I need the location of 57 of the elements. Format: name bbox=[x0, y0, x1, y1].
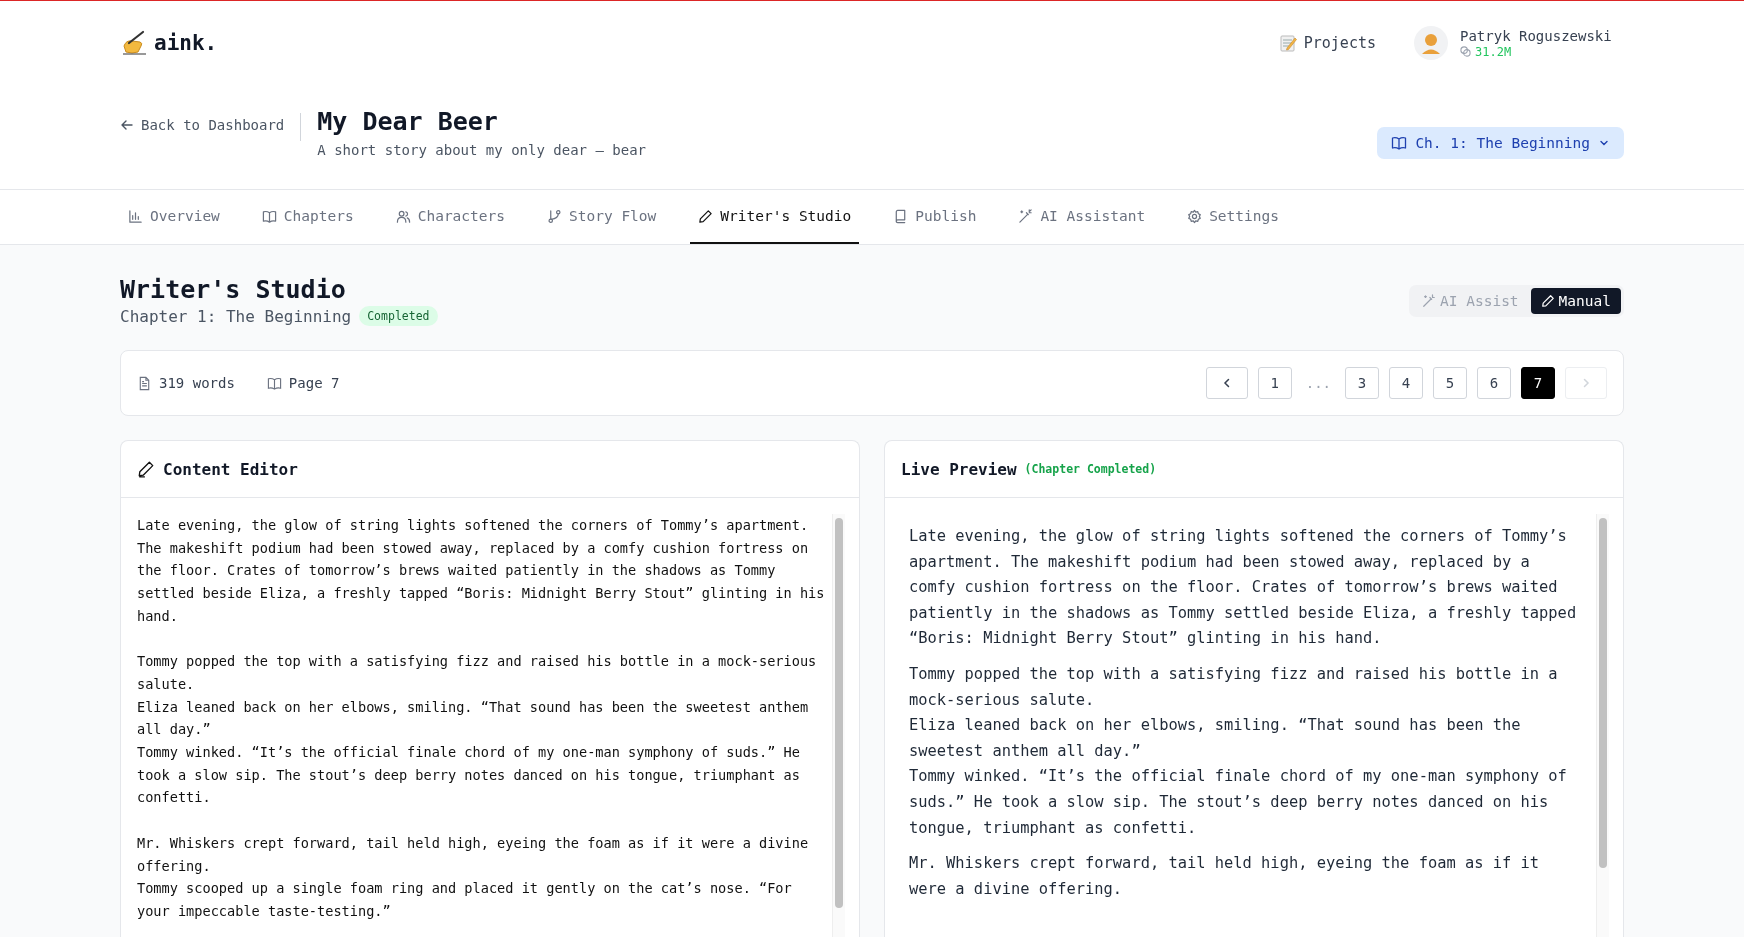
pen-icon bbox=[137, 460, 155, 478]
project-subtitle: A short story about my only dear – bear bbox=[317, 141, 647, 158]
document-icon bbox=[137, 375, 152, 391]
pen-icon bbox=[698, 208, 714, 224]
page-button[interactable]: 6 bbox=[1477, 367, 1511, 399]
book-icon bbox=[266, 375, 282, 391]
nav-tab[interactable]: Overview bbox=[120, 190, 228, 244]
mode-option[interactable]: Manual bbox=[1530, 287, 1621, 314]
section-title: Writer's Studio bbox=[120, 275, 347, 304]
settings-icon bbox=[1187, 208, 1203, 224]
chapter-dropdown[interactable]: Ch. 1: The Beginning bbox=[1377, 127, 1624, 159]
nav-tab[interactable]: Story Flow bbox=[539, 190, 665, 244]
page-number: Page 7 bbox=[288, 375, 340, 391]
coins-icon bbox=[1460, 46, 1471, 57]
bar-chart-icon bbox=[128, 208, 143, 224]
back-link[interactable]: Back to Dashboard bbox=[120, 106, 285, 133]
pen-icon bbox=[1540, 293, 1555, 308]
status-badge: Completed bbox=[359, 306, 438, 326]
page-button[interactable]: 5 bbox=[1433, 367, 1467, 399]
preview-paragraph: Eliza leaned back on her elbows, smiling. “That sound has been the sweetest anthem all day.” bbox=[909, 715, 1522, 762]
nav-tab[interactable]: Publish bbox=[885, 190, 985, 244]
project-title: My Dear Beer bbox=[317, 106, 499, 136]
pagination-ellipsis: ... bbox=[1304, 375, 1332, 391]
magic-wand-icon bbox=[1422, 293, 1437, 308]
page-button[interactable]: 4 bbox=[1389, 367, 1423, 399]
nav-tab[interactable]: Settings bbox=[1179, 190, 1287, 244]
completion-note: (Chapter Completed) bbox=[1024, 462, 1157, 476]
panel-title: Live Preview bbox=[901, 459, 1017, 479]
projects-link[interactable]: Projects bbox=[1278, 34, 1376, 52]
users-icon bbox=[395, 208, 411, 224]
page-button[interactable]: 1 bbox=[1257, 367, 1292, 399]
preview-paragraph: Tommy winked. “It’s the official finale chord of my one-man symphony of suds.” He took a slow sip. The stout’s deep berry notes danced on his tongue, triumphant as confetti. bbox=[909, 766, 1568, 839]
user-name: Patryk Roguszewski bbox=[1460, 27, 1612, 44]
avatar-icon[interactable] bbox=[1414, 26, 1448, 60]
page-button[interactable]: 3 bbox=[1345, 367, 1379, 399]
branch-icon bbox=[547, 208, 562, 224]
memo-icon bbox=[1278, 34, 1297, 52]
scrollbar[interactable] bbox=[832, 514, 845, 937]
nav-tab[interactable]: Characters bbox=[387, 190, 513, 244]
credits-count: 31.2M bbox=[1475, 44, 1512, 59]
chapter-name: Chapter 1: The Beginning bbox=[120, 306, 352, 326]
scrollbar[interactable] bbox=[1596, 514, 1609, 937]
logo-text[interactable]: aink. bbox=[154, 31, 218, 55]
preview-paragraph: Late evening, the glow of string lights softened the corners of Tommy’s apartment. The makeshift podium had been stowed away, replaced by a comfy cushion fortress on the floor. Crates of tomorrow’s brews waited patiently in the shadows as Tommy settled beside Eliza, a freshly tapped “Boris: Midnight Berry Stout” glinting in his hand. bbox=[909, 526, 1578, 650]
word-count: 319 words bbox=[159, 375, 235, 391]
preview-paragraph: Tommy popped the top with a satisfying fizz and raised his bottle in a mock-serious salute. bbox=[909, 663, 1559, 711]
book-icon bbox=[1391, 135, 1408, 151]
preview-paragraph: Mr. Whiskers crept forward, tail held high, eyeing the foam as if it were a divine offering. bbox=[909, 853, 1541, 900]
previous-page-button[interactable] bbox=[1205, 367, 1248, 399]
panel-title: Content Editor bbox=[163, 459, 298, 479]
writing-hand-icon bbox=[120, 30, 148, 56]
magic-wand-icon bbox=[1018, 208, 1034, 224]
book-icon bbox=[261, 208, 277, 224]
nav-tab[interactable]: Chapters bbox=[253, 190, 362, 244]
content-textarea[interactable]: Late evening, the glow of string lights softened the corners of Tommy’s apartment. The makeshift podium had been stowed away, replaced by a comfy cushion fortress on the floor. Crates of tomorrow’s brews waited patiently in the shadows as Tommy settled beside Eliza, a freshly tapped “Boris: Midnight Berry Stout” glinting in his hand. Tommy popped the top with a satisfying fizz and raised his bottle in a mock-serious salute. Eliza leaned back on her elbows, smiling. “That sound has been the sweetest anthem all day.” Tommy winked. “It’s the official finale chord of my one-man symphony of suds.” He took a slow sip. The stout’s deep berry notes danced on his tongue, triumphant as confetti. Mr. Whiskers crept forward, tail held high, eyeing the foam as if it were a divine offering. Tommy scooped up a single foam ring and placed it gently on the cat’s nose. “For your impeccable taste-testing.” bbox=[137, 514, 826, 937]
nav-tab[interactable]: AI Assistant bbox=[1010, 190, 1154, 244]
page-button[interactable]: 7 bbox=[1521, 367, 1555, 399]
